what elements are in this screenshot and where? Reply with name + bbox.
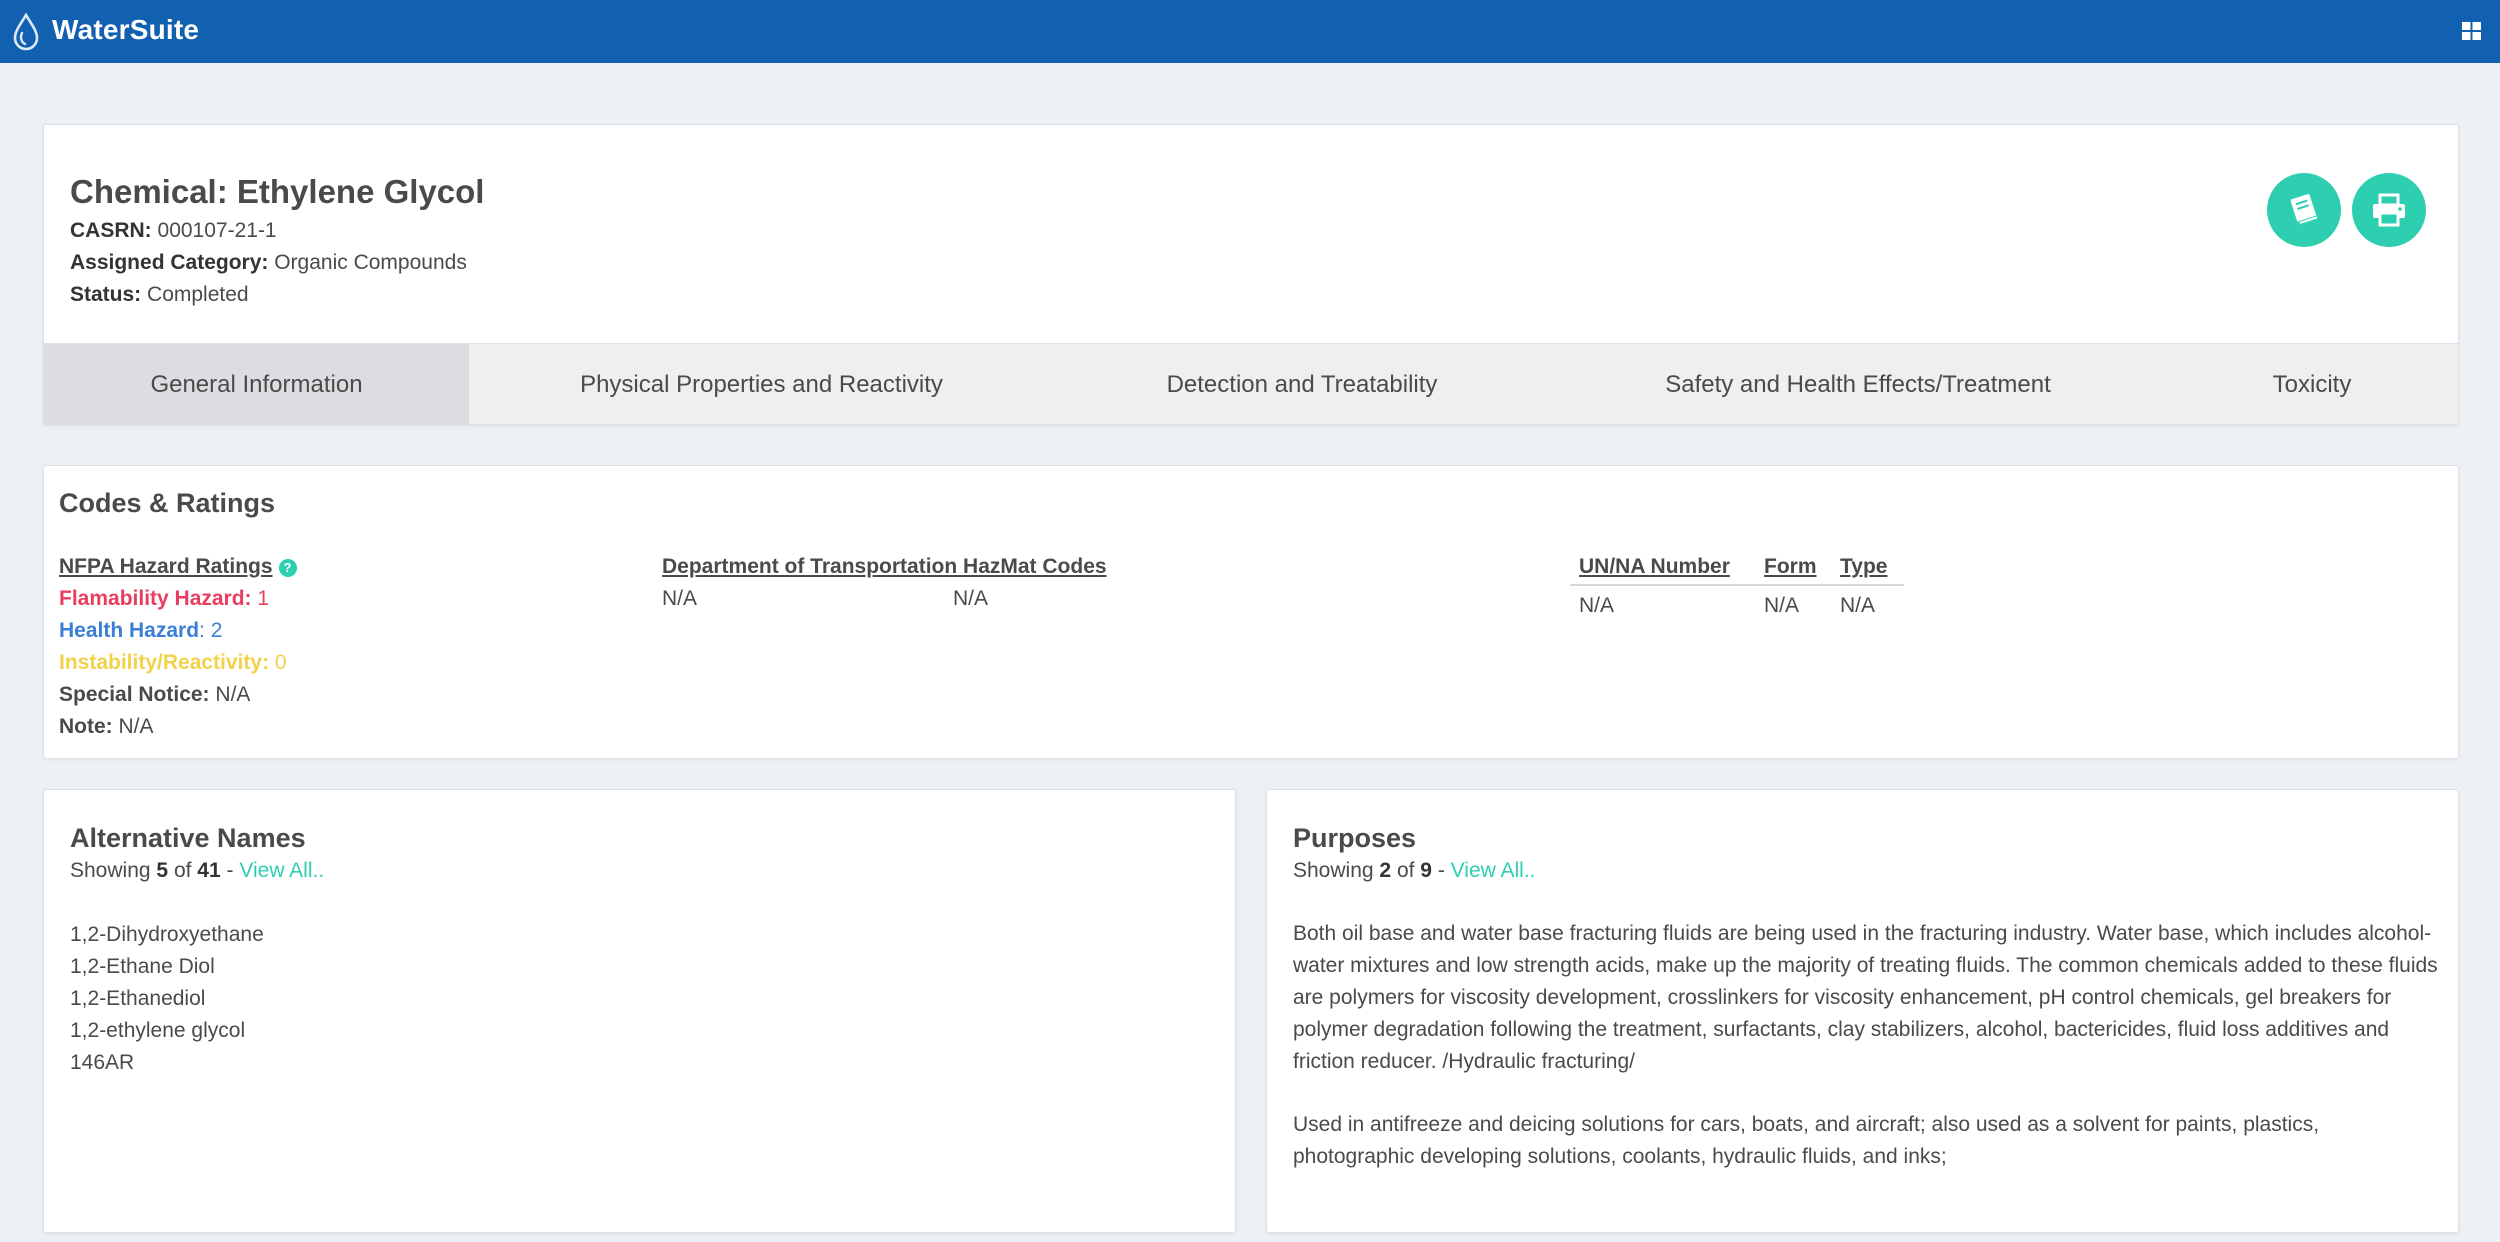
alternative-names-view-all-link[interactable]: View All.. <box>239 859 324 882</box>
alternative-names-showing: Showing 5 of 41 - View All.. <box>70 859 325 882</box>
apps-grid-icon[interactable] <box>2462 21 2482 41</box>
category-value: Organic Compounds <box>274 251 467 274</box>
flammability-value: 1 <box>257 587 270 610</box>
tab-safety-health[interactable]: Safety and Health Effects/Treatment <box>1550 344 2166 425</box>
type-value: N/A <box>1840 594 1876 617</box>
flammability-line: Flamability Hazard: 1 <box>59 587 269 611</box>
un-table-divider <box>1570 584 1904 586</box>
printer-icon <box>2373 193 2405 227</box>
purposes-total-count: 9 <box>1420 859 1432 882</box>
instability-label: Instability/Reactivity: <box>59 651 270 674</box>
note-value: N/A <box>118 715 154 738</box>
form-value: N/A <box>1764 594 1800 617</box>
tab-general-information[interactable]: General Information <box>44 344 469 425</box>
alternative-names-title: Alternative Names <box>70 823 306 853</box>
alternative-names-total-count: 41 <box>197 859 221 882</box>
water-drop-logo-icon[interactable] <box>12 13 40 51</box>
nfpa-heading: NFPA Hazard Ratings <box>59 555 273 578</box>
tab-toxicity[interactable]: Toxicity <box>2166 344 2458 425</box>
type-header: Type <box>1840 555 1888 578</box>
alternative-names-card: Alternative Names Showing 5 of 41 - View… <box>43 789 1236 1233</box>
note-label: Note: <box>59 715 113 738</box>
codes-ratings-title: Codes & Ratings <box>59 488 276 518</box>
tab-physical-properties[interactable]: Physical Properties and Reactivity <box>469 344 1054 425</box>
reference-book-button[interactable] <box>2267 173 2341 247</box>
casrn-line: CASRN: 000107-21-1 <box>70 219 277 243</box>
nfpa-heading-line: NFPA Hazard Ratings? <box>59 555 297 579</box>
book-icon <box>2290 194 2318 226</box>
instability-value: 0 <box>274 651 287 674</box>
category-label: Assigned Category: <box>70 251 269 274</box>
alternative-names-shown-count: 5 <box>156 859 169 882</box>
app-title[interactable]: WaterSuite <box>52 14 199 46</box>
casrn-value: 000107-21-1 <box>157 219 277 242</box>
form-header: Form <box>1764 555 1817 578</box>
tab-bar: General Information Physical Properties … <box>44 343 2458 425</box>
chemical-title: Chemical: Ethylene Glycol <box>70 173 485 210</box>
dot-heading-line: Department of Transportation HazMat Code… <box>662 555 1107 579</box>
health-label: Health Hazard <box>59 619 200 642</box>
special-notice-label: Special Notice: <box>59 683 210 706</box>
instability-line: Instability/Reactivity: 0 <box>59 651 287 675</box>
list-item: 1,2-Dihydroxyethane <box>70 923 264 946</box>
status-line: Status: Completed <box>70 283 249 307</box>
help-icon[interactable]: ? <box>278 559 297 577</box>
status-label: Status: <box>70 283 142 306</box>
un-number-value: N/A <box>1579 594 1615 617</box>
un-number-header: UN/NA Number <box>1579 555 1730 578</box>
health-line: Health Hazard: 2 <box>59 619 223 642</box>
health-value: 2 <box>210 619 223 642</box>
list-item: 1,2-Ethane Diol <box>70 955 215 978</box>
flammability-label: Flamability Hazard: <box>59 587 252 610</box>
tab-detection-treatability[interactable]: Detection and Treatability <box>1054 344 1550 425</box>
list-item: 146AR <box>70 1051 135 1074</box>
dot-value-2: N/A <box>953 587 989 610</box>
dot-value-1: N/A <box>662 587 698 610</box>
purposes-view-all-link[interactable]: View All.. <box>1451 859 1536 882</box>
status-value: Completed <box>147 283 249 306</box>
purpose-paragraph: Both oil base and water base fracturing … <box>1293 922 2438 1073</box>
dot-heading: Department of Transportation HazMat Code… <box>662 555 1107 578</box>
purposes-showing: Showing 2 of 9 - View All.. <box>1293 859 1536 882</box>
list-item: 1,2-Ethanediol <box>70 987 206 1010</box>
special-notice-line: Special Notice: N/A <box>59 683 250 707</box>
codes-ratings-card: Codes & Ratings NFPA Hazard Ratings? Fla… <box>43 465 2459 759</box>
top-bar: WaterSuite <box>0 0 2500 63</box>
list-item: 1,2-ethylene glycol <box>70 1019 246 1042</box>
purpose-paragraph: Used in antifreeze and deicing solutions… <box>1293 1113 2320 1168</box>
print-button[interactable] <box>2352 173 2426 247</box>
special-notice-value: N/A <box>215 683 251 706</box>
category-line: Assigned Category: Organic Compounds <box>70 251 467 275</box>
casrn-label: CASRN: <box>70 219 152 242</box>
purposes-shown-count: 2 <box>1379 859 1392 882</box>
purposes-card: Purposes Showing 2 of 9 - View All.. Bot… <box>1266 789 2459 1233</box>
chemical-header-card: Chemical: Ethylene Glycol CASRN: 000107-… <box>43 124 2459 425</box>
purposes-title: Purposes <box>1293 823 1417 853</box>
note-line: Note: N/A <box>59 715 154 739</box>
